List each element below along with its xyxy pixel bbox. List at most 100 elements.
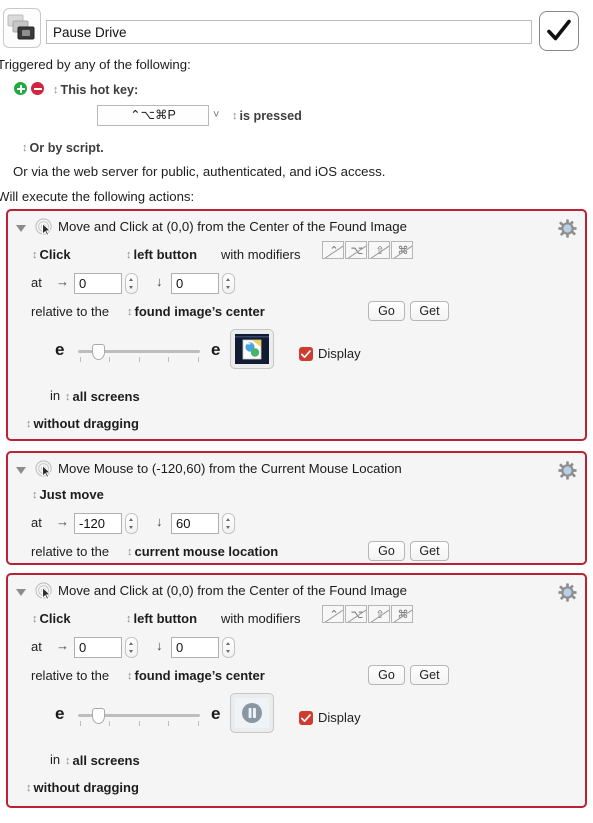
- horizontal-arrow-icon: →: [56, 274, 69, 289]
- gear-icon[interactable]: [558, 461, 577, 480]
- mouse-click-ripple-icon: [35, 218, 52, 236]
- disclosure-triangle-icon[interactable]: [16, 225, 26, 232]
- mouse-button-popup[interactable]: ↕ left button: [126, 611, 197, 626]
- relative-label: relative to the: [31, 544, 110, 559]
- click-mode-label: Click: [39, 247, 71, 262]
- chevron-down-icon[interactable]: ˅: [213, 109, 219, 121]
- relative-label: relative to the: [31, 668, 110, 683]
- go-button[interactable]: Go: [368, 301, 405, 321]
- hotkey-condition-popup[interactable]: ↕ is pressed: [232, 109, 302, 123]
- get-button[interactable]: Get: [410, 301, 449, 321]
- or-by-script-popup[interactable]: ↕ Or by script.: [22, 141, 104, 155]
- click-mode-popup[interactable]: ↕ Just move: [32, 487, 104, 502]
- x-offset-input[interactable]: [74, 513, 122, 534]
- x-offset-stepper[interactable]: [125, 273, 138, 294]
- trigger-type-popup[interactable]: ↕ This hot key:: [53, 83, 138, 97]
- updown-chevron-icon: ↕: [32, 249, 38, 261]
- action-block[interactable]: Move and Click at (0,0) from the Center …: [6, 209, 587, 441]
- get-button[interactable]: Get: [410, 665, 449, 685]
- control-modifier-toggle[interactable]: ⌃: [322, 241, 344, 259]
- updown-chevron-icon: ↕: [26, 418, 32, 430]
- found-image-thumbnail: [235, 334, 269, 364]
- updown-chevron-icon: ↕: [22, 142, 28, 154]
- relative-target-label: found image’s center: [134, 668, 265, 683]
- vertical-arrow-icon: ↓: [156, 638, 163, 653]
- option-modifier-toggle[interactable]: ⌥: [345, 605, 367, 623]
- screens-popup[interactable]: ↕ all screens: [65, 753, 140, 768]
- y-offset-input[interactable]: [171, 513, 219, 534]
- x-offset-input[interactable]: [74, 273, 122, 294]
- in-label: in: [50, 388, 61, 403]
- actions-heading: Will execute the following actions:: [0, 189, 195, 204]
- slider-tick: [139, 357, 140, 362]
- updown-chevron-icon: ↕: [126, 613, 132, 625]
- updown-chevron-icon: ↕: [127, 546, 133, 558]
- x-offset-stepper[interactable]: [125, 637, 138, 658]
- vertical-arrow-icon: ↓: [156, 514, 163, 529]
- click-mode-label: Just move: [39, 487, 104, 502]
- command-modifier-toggle[interactable]: ⌘: [391, 605, 413, 623]
- fuzziness-slider-knob[interactable]: [92, 344, 105, 360]
- click-mode-popup[interactable]: ↕ Click: [32, 611, 71, 626]
- click-mode-popup[interactable]: ↕ Click: [32, 247, 71, 262]
- checkmark-icon: [301, 349, 311, 358]
- y-offset-stepper[interactable]: [222, 513, 235, 534]
- macro-name-input[interactable]: [46, 20, 532, 44]
- fuzz-max-label: e: [211, 704, 221, 723]
- gear-icon[interactable]: [558, 583, 577, 602]
- y-offset-input[interactable]: [171, 637, 219, 658]
- screens-label: all screens: [72, 389, 140, 404]
- updown-chevron-icon: ↕: [65, 391, 71, 403]
- action-block[interactable]: Move and Click at (0,0) from the Center …: [6, 573, 587, 808]
- macro-group-stack-icon[interactable]: [3, 8, 41, 48]
- x-offset-input[interactable]: [74, 637, 122, 658]
- drag-mode-label: without dragging: [33, 780, 139, 795]
- updown-chevron-icon: ↕: [26, 782, 32, 794]
- action-block[interactable]: Move Mouse to (-120,60) from the Current…: [6, 451, 587, 565]
- updown-chevron-icon: ↕: [126, 249, 132, 261]
- slider-tick: [109, 357, 110, 362]
- command-modifier-toggle[interactable]: ⌘: [391, 241, 413, 259]
- found-image-well[interactable]: [230, 693, 274, 733]
- disclosure-triangle-icon[interactable]: [16, 589, 26, 596]
- y-offset-stepper[interactable]: [222, 273, 235, 294]
- action-title: Move and Click at (0,0) from the Center …: [58, 219, 407, 234]
- display-checkbox[interactable]: [299, 347, 313, 361]
- screens-popup[interactable]: ↕ all screens: [65, 389, 140, 404]
- relative-target-popup[interactable]: ↕ found image’s center: [127, 668, 265, 683]
- get-button[interactable]: Get: [410, 541, 449, 561]
- modifiers-label: with modifiers: [221, 247, 301, 262]
- display-label: Display: [318, 346, 361, 361]
- hotkey-input[interactable]: ⌃⌥⌘P: [97, 105, 209, 126]
- updown-chevron-icon: ↕: [232, 110, 238, 122]
- drag-mode-popup[interactable]: ↕ without dragging: [26, 780, 139, 795]
- updown-chevron-icon: ↕: [53, 84, 59, 96]
- shift-modifier-toggle[interactable]: ⇧: [368, 605, 390, 623]
- y-offset-stepper[interactable]: [222, 637, 235, 658]
- option-modifier-toggle[interactable]: ⌥: [345, 241, 367, 259]
- relative-target-popup[interactable]: ↕ found image’s center: [127, 304, 265, 319]
- gear-icon[interactable]: [558, 219, 577, 238]
- modifiers-label: with modifiers: [221, 611, 301, 626]
- updown-chevron-icon: ↕: [127, 306, 133, 318]
- found-image-well[interactable]: [230, 329, 274, 369]
- drag-mode-popup[interactable]: ↕ without dragging: [26, 416, 139, 431]
- mouse-button-popup[interactable]: ↕ left button: [126, 247, 197, 262]
- fuzziness-slider-knob[interactable]: [92, 708, 105, 724]
- apply-checkmark-button[interactable]: [539, 11, 579, 51]
- go-button[interactable]: Go: [368, 665, 405, 685]
- slider-tick: [198, 357, 199, 362]
- remove-trigger-button[interactable]: [31, 82, 44, 95]
- or-by-script-label: Or by script.: [29, 141, 104, 155]
- checkmark-icon: [301, 713, 311, 722]
- control-modifier-toggle[interactable]: ⌃: [322, 605, 344, 623]
- display-checkbox[interactable]: [299, 711, 313, 725]
- relative-target-popup[interactable]: ↕ current mouse location: [127, 544, 278, 559]
- shift-modifier-toggle[interactable]: ⇧: [368, 241, 390, 259]
- disclosure-triangle-icon[interactable]: [16, 467, 26, 474]
- go-button[interactable]: Go: [368, 541, 405, 561]
- x-offset-stepper[interactable]: [125, 513, 138, 534]
- found-image-thumbnail: [235, 698, 269, 728]
- y-offset-input[interactable]: [171, 273, 219, 294]
- add-trigger-button[interactable]: [14, 82, 27, 95]
